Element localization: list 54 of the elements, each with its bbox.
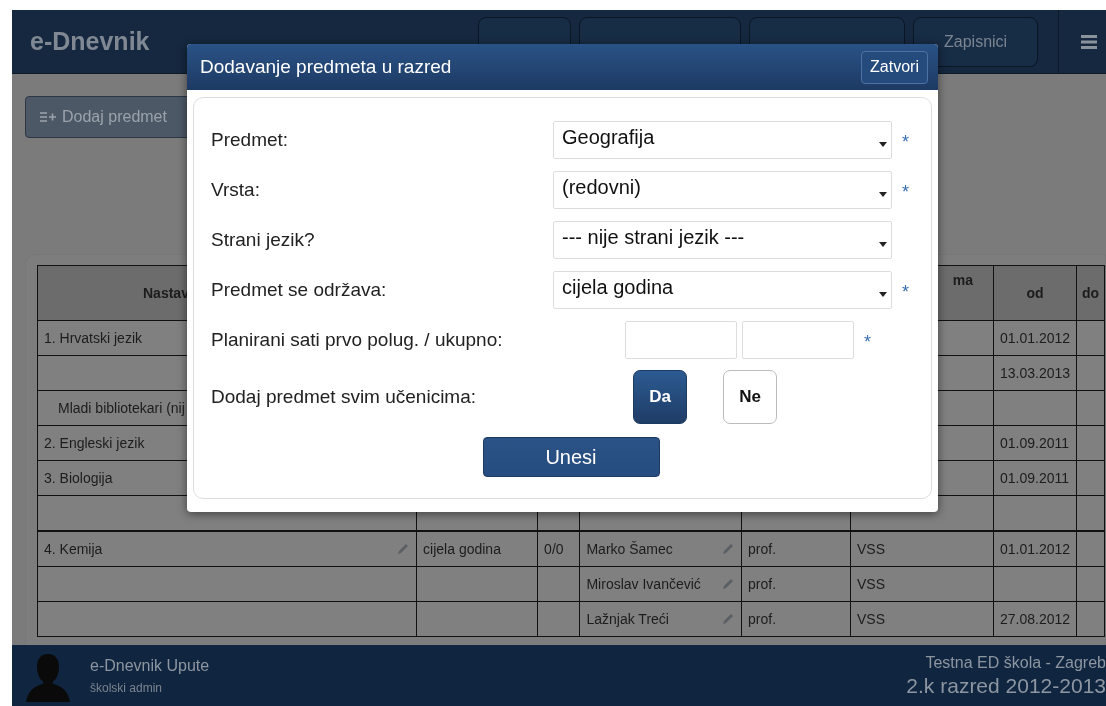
table-cell: VSS bbox=[850, 566, 994, 602]
toggle-button[interactable]: Ne bbox=[723, 370, 777, 424]
dropdown-field[interactable]: Geografija bbox=[553, 120, 892, 159]
table-cell: Miroslav Ivančević bbox=[579, 566, 742, 602]
caret-icon bbox=[879, 291, 887, 297]
school-name: Testna ED škola - Zagreb bbox=[924, 653, 1106, 672]
dropdown-field[interactable]: (redovni) bbox=[553, 170, 892, 209]
user-role: školski admin bbox=[90, 680, 164, 695]
table-cell: 0/0 bbox=[537, 531, 580, 567]
field-label: Predmet se održava: bbox=[211, 278, 388, 301]
table-cell: VSS bbox=[850, 601, 994, 637]
dropdown-field[interactable]: --- nije strani jezik --- bbox=[553, 220, 892, 259]
caret-icon bbox=[879, 241, 887, 247]
table-cell: VSS bbox=[850, 531, 994, 567]
class-name: 2.k razred 2012-2013 bbox=[906, 673, 1106, 698]
table-cell: 27.08.2012 bbox=[993, 601, 1077, 637]
required-marker: * bbox=[902, 282, 909, 303]
pencil-icon[interactable] bbox=[721, 612, 736, 626]
required-marker: * bbox=[864, 332, 871, 353]
table-cell: 01.01.2012 bbox=[993, 320, 1077, 356]
table-cell: 13.03.2013 bbox=[993, 355, 1077, 391]
column-header: od bbox=[993, 265, 1077, 321]
user-name: e-Dnevnik Upute bbox=[90, 656, 210, 675]
field-label: Strani jezik? bbox=[211, 228, 316, 251]
pencil-icon[interactable] bbox=[721, 542, 736, 556]
table-cell: 4. Kemija bbox=[37, 531, 417, 567]
column-header: do bbox=[1076, 265, 1105, 321]
table-cell: Marko Šamec bbox=[579, 531, 742, 567]
table-cell: prof. bbox=[741, 601, 851, 637]
pencil-icon[interactable] bbox=[396, 542, 411, 556]
caret-icon bbox=[879, 141, 887, 147]
table-cell: 01.09.2011 bbox=[993, 460, 1077, 496]
caret-icon bbox=[879, 191, 887, 197]
input-field[interactable] bbox=[742, 320, 854, 359]
required-marker: * bbox=[902, 132, 909, 153]
list-add-icon bbox=[40, 112, 56, 122]
field-label: Predmet: bbox=[211, 128, 290, 151]
table-cell: 01.09.2011 bbox=[993, 425, 1077, 461]
table-cell: 01.01.2012 bbox=[993, 531, 1077, 567]
table-cell: prof. bbox=[741, 531, 851, 567]
table-cell: Lažnjak Treći bbox=[579, 601, 742, 637]
submit-button[interactable]: Unesi bbox=[482, 437, 660, 477]
dialog-title: Dodavanje predmeta u razred bbox=[200, 56, 452, 78]
required-marker: * bbox=[902, 182, 909, 203]
field-label: Vrsta: bbox=[211, 178, 261, 201]
table-cell: cijela godina bbox=[416, 531, 538, 567]
dropdown-field[interactable]: cijela godina bbox=[553, 270, 892, 309]
input-field[interactable] bbox=[625, 320, 737, 359]
close-button[interactable]: Zatvori bbox=[861, 50, 928, 84]
table-cell: prof. bbox=[741, 566, 851, 602]
menu-icon[interactable] bbox=[1081, 34, 1098, 49]
app-title: e-Dnevnik bbox=[30, 27, 151, 56]
toggle-button[interactable]: Da bbox=[633, 370, 687, 424]
pencil-icon[interactable] bbox=[721, 577, 736, 591]
